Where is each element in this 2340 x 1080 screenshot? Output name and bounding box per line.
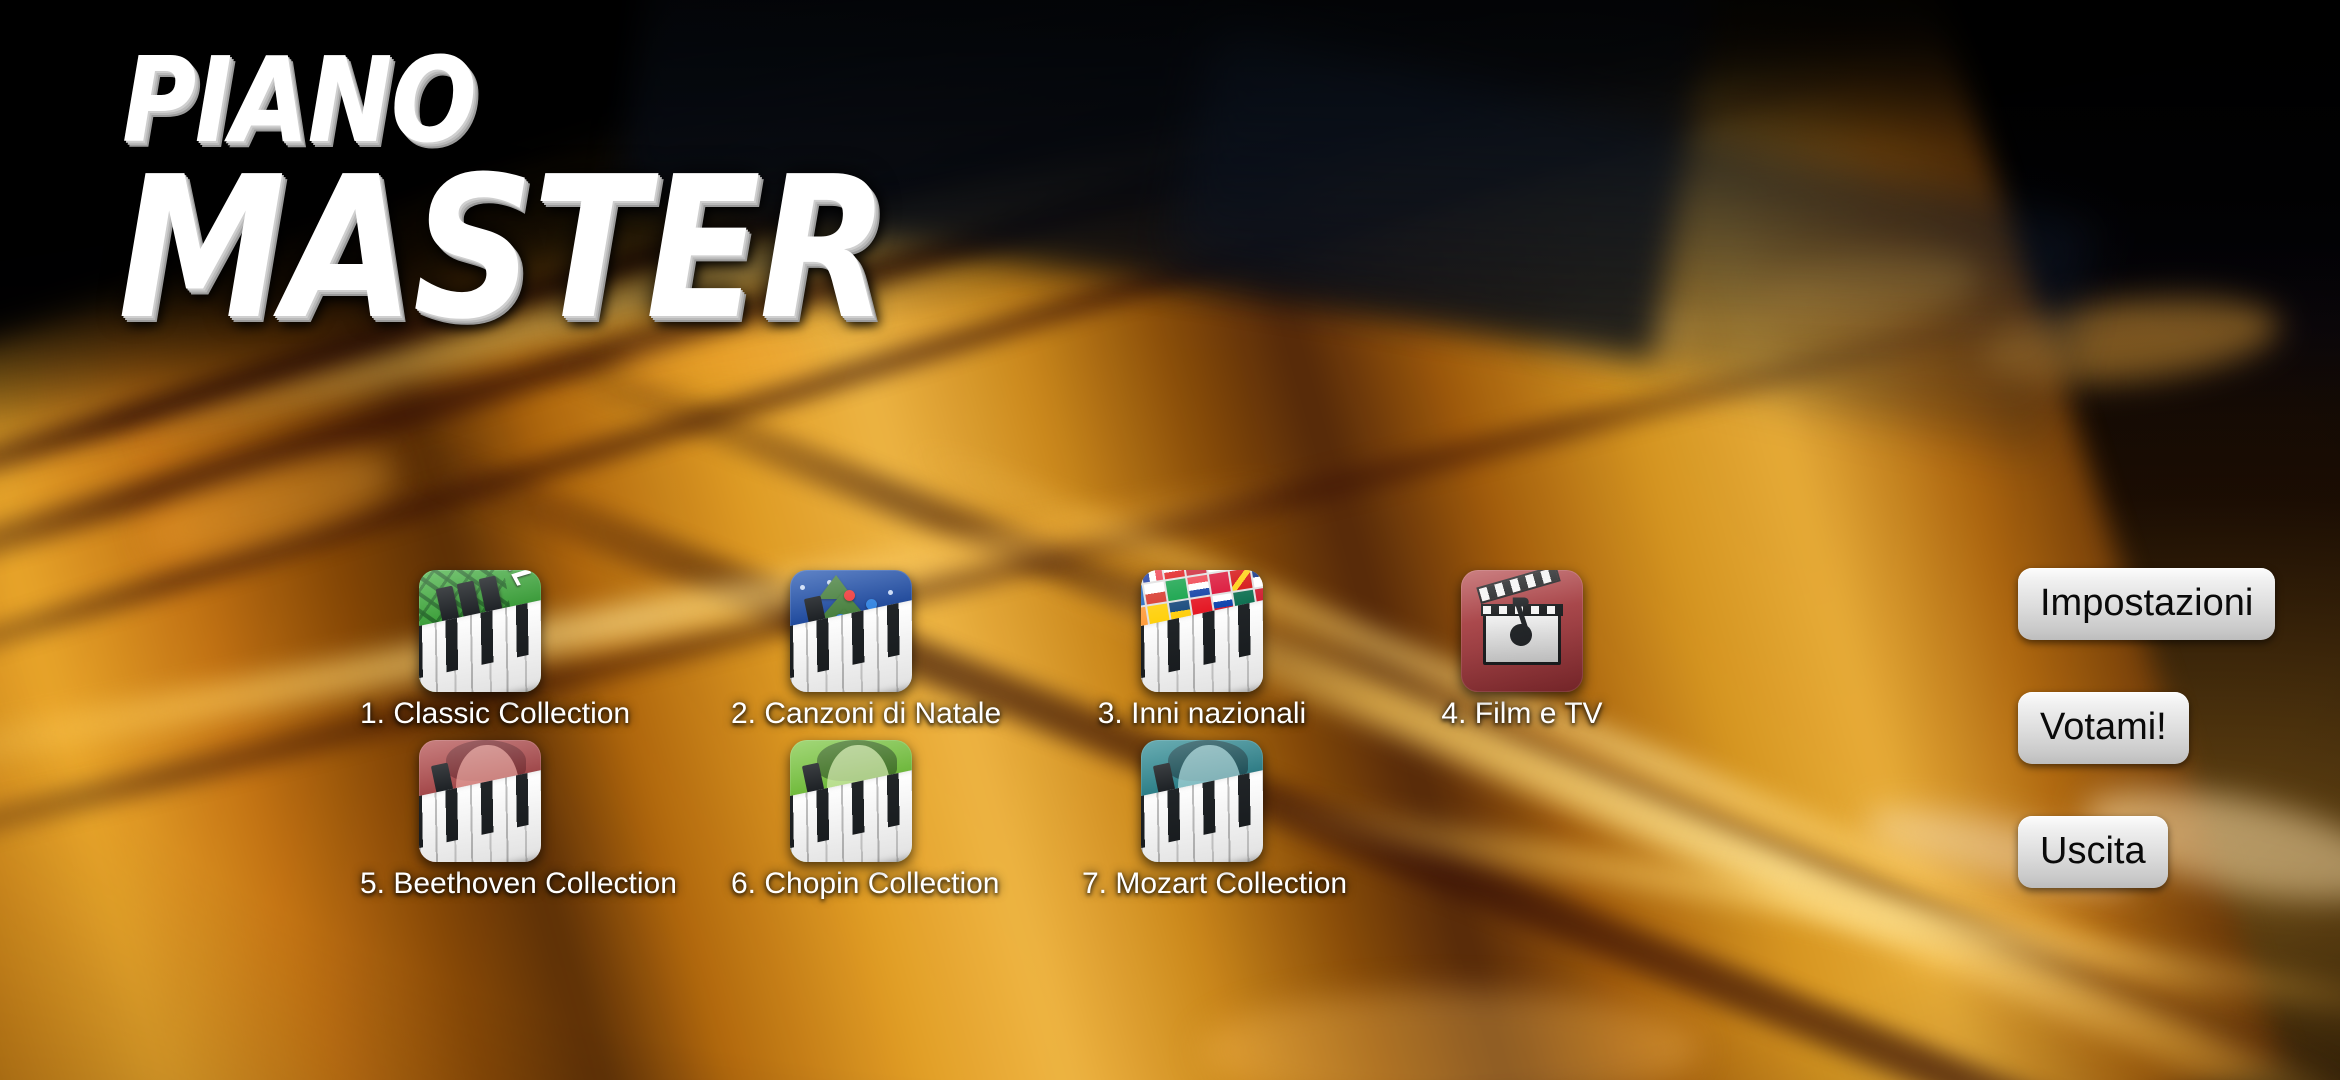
collection-item-classic[interactable]: FULL 1. Classic Collection <box>360 570 631 730</box>
collection-item-anthems[interactable]: 3. Inni nazionali <box>1082 570 1322 730</box>
collection-item-film-tv[interactable]: 4. Film e TV <box>1402 570 1642 730</box>
collection-item-label: 3. Inni nazionali <box>1097 697 1307 730</box>
snowflake <box>799 584 805 590</box>
ornament <box>843 589 855 601</box>
app-screen: PIANO MASTER FULL 1. Classic Collection <box>0 0 2340 1080</box>
collection-item-mozart[interactable]: 7. Mozart Collection <box>1082 740 1348 900</box>
menu-buttons: Impostazioni Votami! Uscita <box>2018 568 2276 888</box>
snowflake <box>887 589 893 595</box>
piano-keys-green-full-icon[interactable]: FULL <box>419 570 541 692</box>
collection-item-label: 2. Canzoni di Natale <box>731 697 1002 730</box>
collection-item-label: 1. Classic Collection <box>360 697 631 730</box>
piano-keys-world-flags-icon[interactable] <box>1141 570 1263 692</box>
collection-item-label: 6. Chopin Collection <box>731 867 1000 900</box>
collection-grid-row: 5. Beethoven Collection 6. Chopin Collec… <box>360 740 1820 910</box>
collection-item-christmas[interactable]: 2. Canzoni di Natale <box>731 570 1002 730</box>
piano-keys-mozart-portrait-icon[interactable] <box>1141 740 1263 862</box>
collection-item-label: 7. Mozart Collection <box>1082 867 1348 900</box>
settings-button[interactable]: Impostazioni <box>2018 568 2276 640</box>
collection-grid: FULL 1. Classic Collection <box>360 570 1820 910</box>
collection-item-label: 4. Film e TV <box>1441 697 1603 730</box>
piano-keys-chopin-portrait-icon[interactable] <box>790 740 912 862</box>
background-piano-photo <box>0 0 2340 1080</box>
rate-button[interactable]: Votami! <box>2018 692 2189 764</box>
collection-item-beethoven[interactable]: 5. Beethoven Collection <box>360 740 677 900</box>
piano-keys-beethoven-portrait-icon[interactable] <box>419 740 541 862</box>
collection-item-label: 5. Beethoven Collection <box>360 867 677 900</box>
collection-item-chopin[interactable]: 6. Chopin Collection <box>731 740 1000 900</box>
exit-button[interactable]: Uscita <box>2018 816 2168 888</box>
collection-grid-row: FULL 1. Classic Collection <box>360 570 1820 740</box>
piano-keys-christmas-tree-icon[interactable] <box>790 570 912 692</box>
background-vignette <box>0 0 2340 1080</box>
clapperboard-music-note-icon[interactable] <box>1461 570 1583 692</box>
